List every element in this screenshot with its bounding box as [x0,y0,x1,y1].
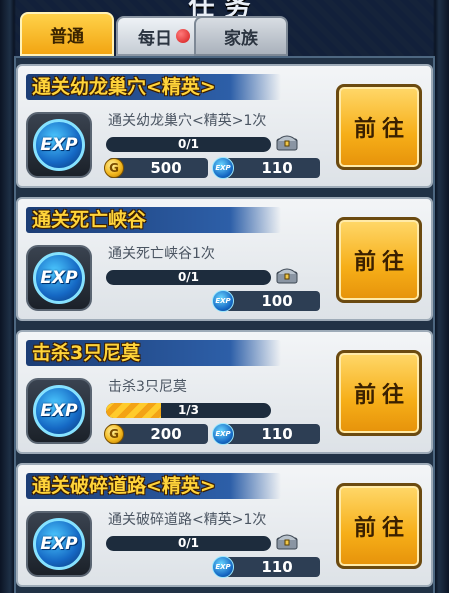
task-card: 通关破碎道路<精英> EXP 通关破碎道路<精英>1次 0/1 EXP 110 … [16,463,433,587]
task-title: 通关死亡峡谷 [26,207,281,233]
gold-amount: 200 [150,425,182,443]
task-description: 通关幼龙巢穴<精英>1次 [108,113,267,129]
task-title: 通关幼龙巢穴<精英> [26,74,281,100]
chest-icon [276,534,298,550]
task-description: 通关死亡峡谷1次 [108,246,215,262]
exp-amount: 100 [261,292,293,310]
tab-family-label: 家族 [224,28,258,49]
go-button[interactable]: 前往 [336,217,422,303]
go-button[interactable]: 前往 [336,483,422,569]
gold-reward: G 200 [104,424,208,444]
coin-icon: G [104,158,124,178]
task-card: 击杀3只尼莫 EXP 击杀3只尼莫 1/3 G 200 EXP 110 前往 [16,330,433,454]
exp-amount: 110 [261,159,293,177]
task-description: 通关破碎道路<精英>1次 [108,512,267,528]
exp-amount: 110 [261,425,293,443]
task-card: 通关幼龙巢穴<精英> EXP 通关幼龙巢穴<精英>1次 0/1 G 500 EX… [16,64,433,188]
chest-icon [276,268,298,284]
exp-reward: EXP 110 [212,157,320,179]
exp-icon: EXP [212,556,234,578]
chest-icon [276,135,298,151]
tab-normal[interactable]: 普通 [20,12,114,56]
gold-reward: G 500 [104,158,208,178]
exp-reward: EXP 110 [212,556,320,578]
tab-normal-label: 普通 [50,26,84,47]
task-progress-bar: 0/1 [106,536,271,551]
exp-icon: EXP [212,290,234,312]
task-title: 通关破碎道路<精英> [26,473,281,499]
exp-reward: EXP 110 [212,423,320,445]
exp-amount: 110 [261,558,293,576]
progress-text: 0/1 [177,536,200,550]
task-exp-icon: EXP [26,112,92,178]
task-progress-bar: 0/1 [106,270,271,285]
progress-text: 1/3 [177,403,200,417]
exp-icon: EXP [212,157,234,179]
task-progress-bar: 0/1 [106,137,271,152]
task-title: 击杀3只尼莫 [26,340,281,366]
alert-dot-icon [176,29,190,43]
go-button[interactable]: 前往 [336,84,422,170]
exp-icon: EXP [212,423,234,445]
tab-bar: 每日 家族 普通 [18,12,438,56]
task-progress-bar: 1/3 [106,403,271,418]
tab-daily-label: 每日 [138,28,172,49]
progress-text: 0/1 [177,270,200,284]
coin-icon: G [104,424,124,444]
gold-amount: 500 [150,159,182,177]
task-exp-icon: EXP [26,378,92,444]
task-exp-icon: EXP [26,245,92,311]
go-button[interactable]: 前往 [336,350,422,436]
task-exp-icon: EXP [26,511,92,577]
tab-family[interactable]: 家族 [194,16,288,56]
task-description: 击杀3只尼莫 [108,379,187,395]
exp-reward: EXP 100 [212,290,320,312]
task-card: 通关死亡峡谷 EXP 通关死亡峡谷1次 0/1 EXP 100 前往 [16,197,433,321]
progress-text: 0/1 [177,137,200,151]
